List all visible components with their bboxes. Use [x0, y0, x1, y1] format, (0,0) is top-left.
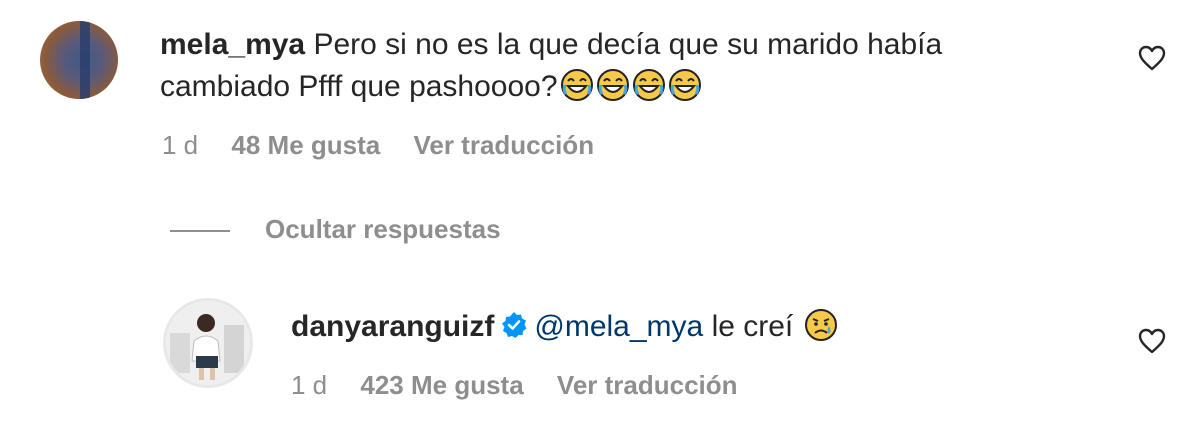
comment-body-1: Pero si no es la que decía que su marido…: [313, 28, 943, 61]
avatar-photo: [166, 301, 250, 385]
reply-translate-link[interactable]: Ver traducción: [557, 370, 738, 400]
verified-badge-icon: [502, 312, 527, 338]
heart-icon[interactable]: [1136, 42, 1168, 74]
comment-username[interactable]: mela_mya: [160, 28, 305, 61]
replies-divider: [170, 230, 230, 232]
reply-time[interactable]: 1 d: [291, 370, 327, 400]
laughing-emoji-icon: [560, 69, 593, 101]
avatar-danyaranguizf[interactable]: [163, 298, 253, 388]
sad-relieved-emoji-icon: [804, 309, 837, 341]
reply-mention[interactable]: @mela_mya: [534, 310, 703, 343]
avatar-mela-mya[interactable]: [40, 21, 118, 99]
reply-text: danyaranguizf @mela_mya le creí: [291, 306, 838, 348]
reply-body: le creí: [711, 310, 794, 343]
reply-meta: 1 d 423 Me gusta Ver traducción: [291, 370, 764, 401]
comment-time[interactable]: 1 d: [162, 130, 198, 160]
laughing-emoji-icon: [668, 69, 701, 101]
comment-likes[interactable]: 48 Me gusta: [231, 130, 380, 160]
laughing-emoji-icon: [596, 69, 629, 101]
comment-text-line-2: cambiado Pfff que pashoooo?: [160, 66, 702, 108]
avatar-detail: [80, 21, 90, 99]
heart-icon[interactable]: [1136, 325, 1168, 357]
translate-link[interactable]: Ver traducción: [413, 130, 594, 160]
laughing-emoji-icon: [632, 69, 665, 101]
comment-body-2: cambiado Pfff que pashoooo?: [160, 70, 558, 103]
comment-text-line-1: mela_mya Pero si no es la que decía que …: [160, 24, 942, 66]
reply-likes[interactable]: 423 Me gusta: [360, 370, 523, 400]
comment-meta: 1 d 48 Me gusta Ver traducción: [162, 130, 620, 161]
hide-replies-button[interactable]: Ocultar respuestas: [265, 214, 501, 245]
reply-username[interactable]: danyaranguizf: [291, 310, 494, 343]
